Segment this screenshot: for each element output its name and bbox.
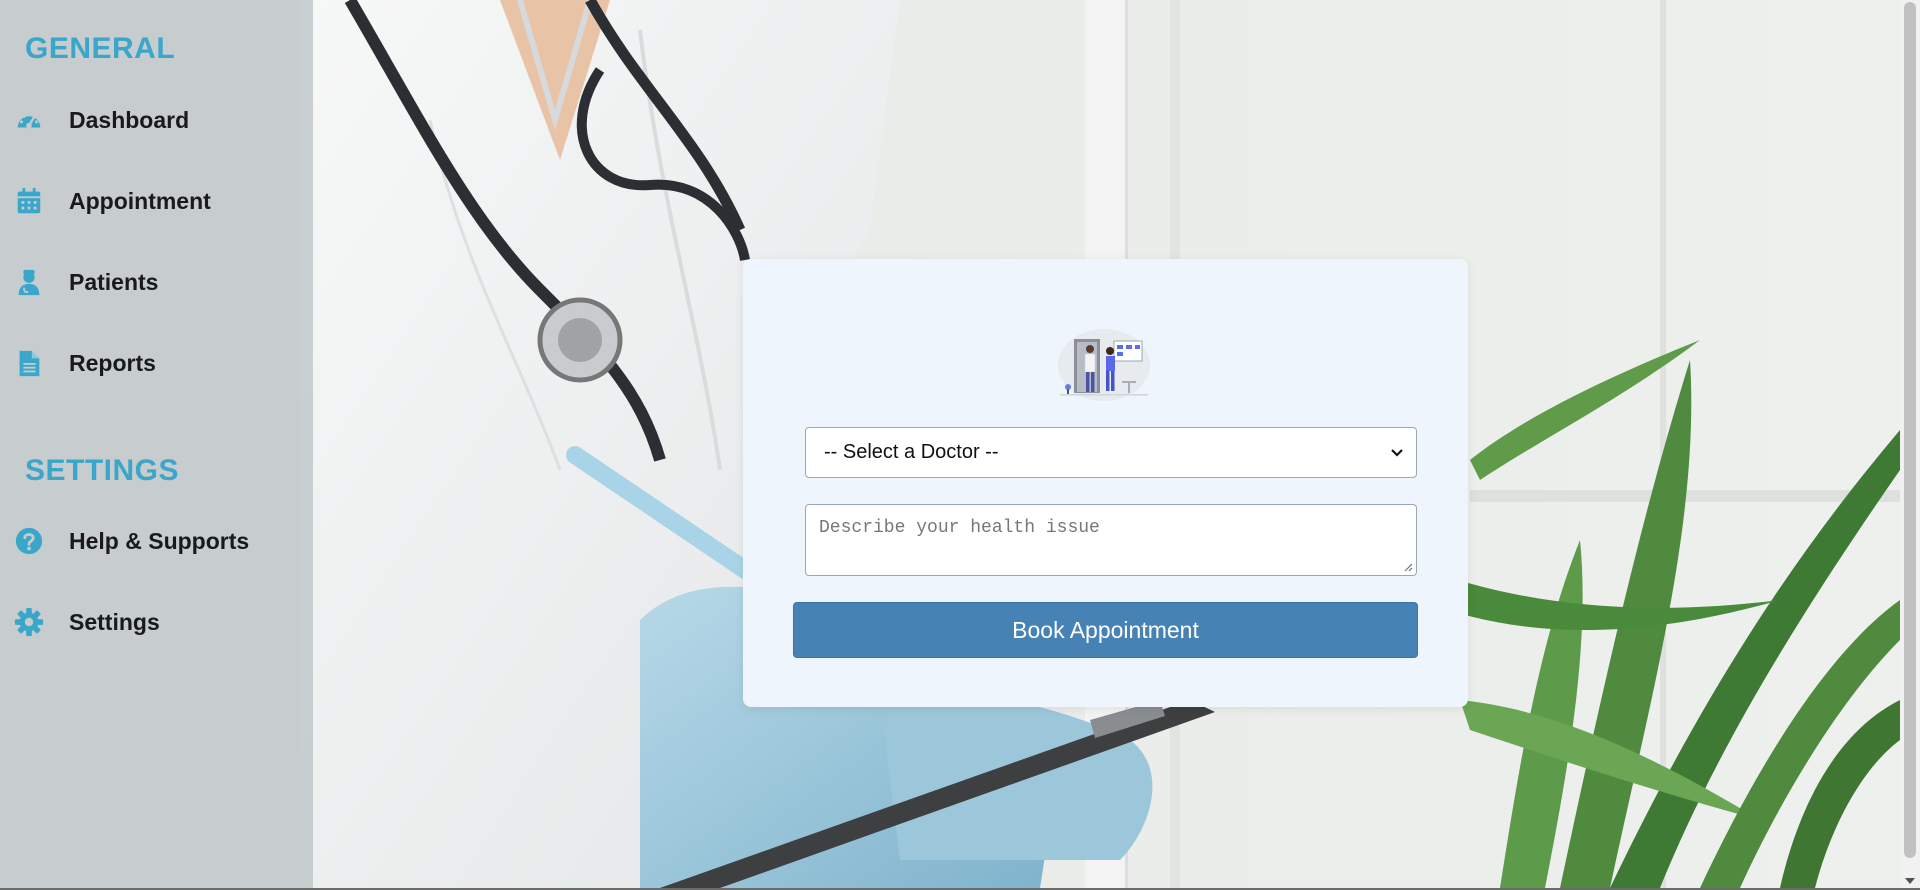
- health-issue-textarea[interactable]: Describe your health issue: [805, 504, 1417, 576]
- help-icon: [13, 525, 45, 557]
- dashboard-gauge-icon: [13, 104, 45, 136]
- sidebar-item-label: Appointment: [69, 187, 211, 214]
- sidebar-item-reports[interactable]: Reports: [0, 339, 313, 387]
- sidebar-item-settings[interactable]: Settings: [0, 598, 313, 646]
- sidebar-item-label: Help & Supports: [69, 527, 250, 554]
- doctor-select[interactable]: -- Select a Doctor --: [805, 427, 1417, 478]
- health-issue-placeholder: Describe your health issue: [819, 518, 1100, 538]
- chevron-down-icon: [1391, 449, 1403, 457]
- sidebar-item-label: Settings: [69, 608, 160, 635]
- section-title-settings: SETTINGS: [25, 454, 180, 487]
- appointment-booking-card: -- Select a Doctor -- Describe your heal…: [743, 259, 1468, 707]
- sidebar-item-label: Patients: [69, 268, 159, 295]
- vertical-scrollbar[interactable]: [1900, 0, 1920, 888]
- patient-icon: [13, 266, 45, 298]
- sidebar-item-dashboard[interactable]: Dashboard: [0, 96, 313, 144]
- doctor-select-value: -- Select a Doctor --: [824, 441, 999, 463]
- sidebar-item-patients[interactable]: Patients: [0, 258, 313, 306]
- scroll-down-arrow-icon[interactable]: [1905, 878, 1915, 884]
- scrollbar-thumb[interactable]: [1904, 2, 1916, 858]
- doctor-office-illustration: [1056, 321, 1152, 403]
- sidebar-item-label: Reports: [69, 349, 156, 376]
- sidebar-item-help[interactable]: Help & Supports: [0, 517, 313, 565]
- sidebar-item-label: Dashboard: [69, 106, 190, 133]
- document-icon: [13, 347, 45, 379]
- gear-icon: [13, 606, 45, 638]
- book-appointment-button[interactable]: Book Appointment: [793, 602, 1418, 658]
- sidebar: GENERAL Dashboard Appointment Patients R…: [0, 0, 313, 888]
- calendar-icon: [13, 185, 45, 217]
- sidebar-item-appointment[interactable]: Appointment: [0, 177, 313, 225]
- resize-grip-icon[interactable]: [1403, 562, 1413, 572]
- section-title-general: GENERAL: [25, 32, 176, 65]
